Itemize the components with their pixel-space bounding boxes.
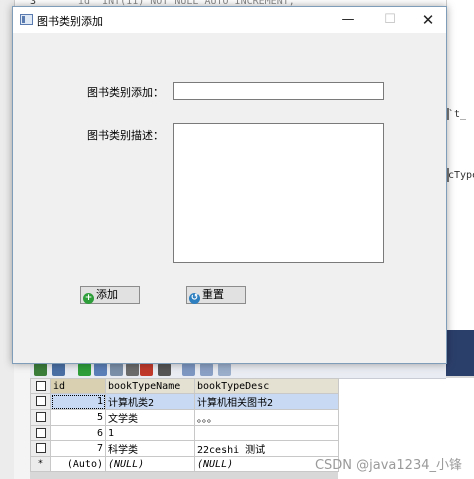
reset-button[interactable]: ↺ 重置	[186, 286, 246, 304]
reset-button-label: 重置	[202, 288, 224, 301]
row-checkbox[interactable]	[30, 440, 51, 457]
cell-id[interactable]: 1	[50, 393, 106, 410]
cell-id[interactable]: (Auto)	[50, 456, 106, 472]
row-checkbox[interactable]	[30, 393, 51, 410]
text-view-icon[interactable]	[218, 363, 231, 376]
window-title: 图书类别添加	[37, 15, 103, 28]
code-fragment: `t_	[448, 109, 467, 120]
delete-icon[interactable]	[140, 363, 153, 376]
add-button-label: 添加	[96, 288, 118, 301]
cell-name[interactable]: 1	[105, 425, 195, 441]
copy-icon[interactable]	[126, 363, 139, 376]
cell-desc[interactable]: 。。。	[194, 409, 339, 426]
column-header[interactable]: bookTypeDesc	[194, 378, 339, 394]
new-row-marker: *	[30, 456, 51, 472]
book-type-name-label: 图书类别添加：	[87, 86, 164, 99]
form-view-icon[interactable]	[200, 363, 213, 376]
book-type-name-input[interactable]	[173, 82, 384, 100]
result-grid: id bookTypeName bookTypeDesc 1 计算机类2 计算机…	[30, 378, 339, 472]
book-type-add-window: 图书类别添加 — ☐ ✕ 图书类别添加： 图书类别描述： + 添加 ↺ 重置	[12, 6, 447, 364]
save-icon[interactable]	[94, 363, 107, 376]
select-all-checkbox[interactable]	[30, 378, 51, 394]
cancel-icon[interactable]	[158, 363, 171, 376]
add-row-icon[interactable]	[78, 363, 91, 376]
book-type-desc-textarea[interactable]	[173, 123, 384, 263]
grid-view-icon[interactable]	[182, 363, 195, 376]
new-row[interactable]: * (Auto) (NULL) (NULL)	[30, 456, 339, 472]
results-toolbar	[30, 362, 446, 379]
column-header[interactable]: id	[50, 378, 106, 394]
row-checkbox[interactable]	[30, 409, 51, 426]
watermark: CSDN @java1234_小锋	[314, 458, 462, 473]
refresh-icon[interactable]	[110, 363, 123, 376]
add-icon: +	[83, 293, 94, 304]
table-row[interactable]: 5 文学类 。。。	[30, 409, 339, 426]
maximize-button[interactable]: ☐	[371, 7, 409, 33]
cell-name[interactable]: 科学类	[105, 440, 195, 457]
editor-scroll-strip	[446, 330, 474, 376]
grid-edit-icon[interactable]	[34, 363, 47, 376]
cell-id[interactable]: 5	[50, 409, 106, 426]
cell-desc[interactable]	[194, 425, 339, 441]
table-row[interactable]: 1 计算机类2 计算机相关图书2	[30, 393, 339, 410]
minimize-button[interactable]: —	[329, 7, 367, 33]
table-row[interactable]: 7 科学类 22ceshi 测试	[30, 440, 339, 457]
code-fragment: cType	[448, 170, 474, 181]
column-header[interactable]: bookTypeName	[105, 378, 195, 394]
row-checkbox[interactable]	[30, 425, 51, 441]
table-row[interactable]: 6 1	[30, 425, 339, 441]
book-type-desc-label: 图书类别描述：	[87, 129, 164, 142]
cell-name[interactable]: 文学类	[105, 409, 195, 426]
close-button[interactable]: ✕	[409, 7, 447, 33]
cell-desc[interactable]: 计算机相关图书2	[194, 393, 339, 410]
grid-header-row: id bookTypeName bookTypeDesc	[30, 378, 339, 394]
add-button[interactable]: + 添加	[80, 286, 140, 304]
cell-id[interactable]: 7	[50, 440, 106, 457]
results-margin	[14, 362, 30, 479]
export-icon[interactable]	[52, 363, 65, 376]
title-bar[interactable]: 图书类别添加 — ☐ ✕	[13, 7, 446, 33]
window-app-icon	[20, 14, 33, 25]
cell-id[interactable]: 6	[50, 425, 106, 441]
cell-name[interactable]: 计算机类2	[105, 393, 195, 410]
reset-icon: ↺	[189, 293, 200, 304]
cell-name[interactable]: (NULL)	[105, 456, 195, 472]
